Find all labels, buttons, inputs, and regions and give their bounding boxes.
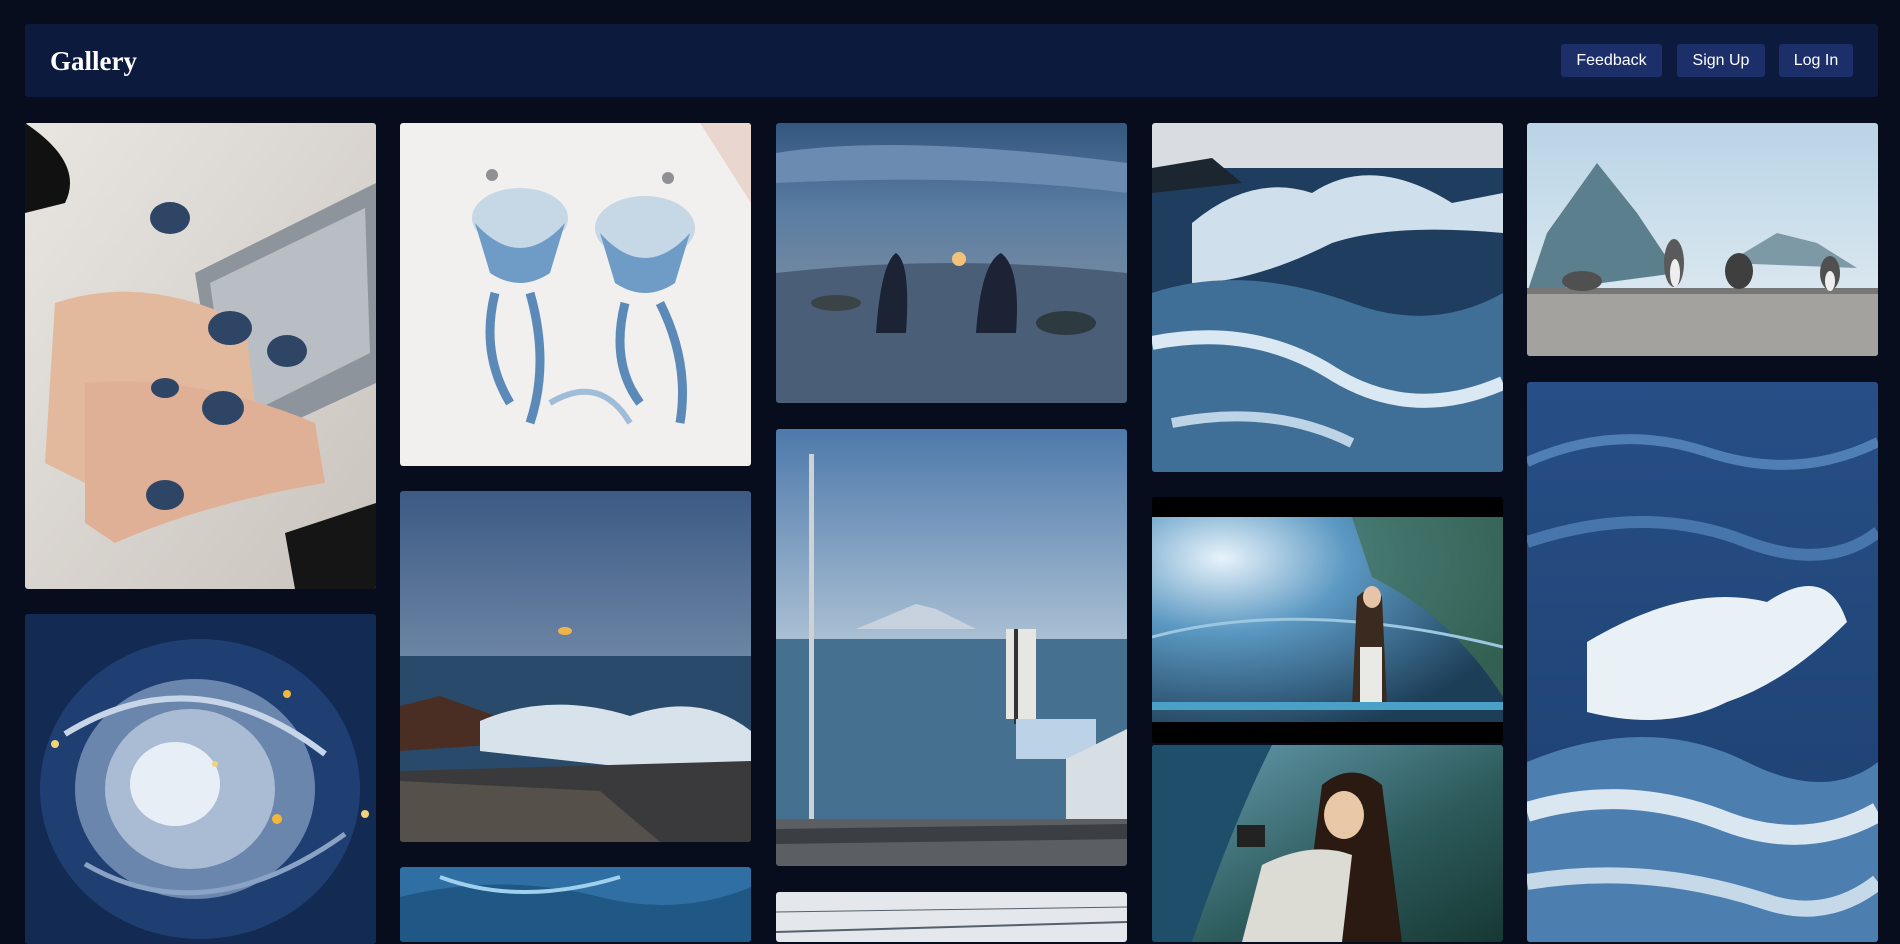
gallery-image-dune-moon[interactable] — [776, 123, 1127, 403]
cosmic-swirl-image — [25, 614, 376, 944]
crashing-waves-image — [1152, 123, 1503, 472]
jellyfish-earrings-image — [400, 123, 751, 466]
moonrise-sea-image — [400, 491, 751, 842]
overcast-beach-image — [776, 892, 1127, 942]
gallery-image-moonrise-sea[interactable] — [400, 491, 751, 842]
feedback-button[interactable]: Feedback — [1561, 44, 1662, 77]
gallery-image-cats-seawall[interactable] — [1527, 123, 1878, 356]
blue-water-image — [400, 867, 751, 942]
aquarium-camera-image — [1152, 745, 1503, 942]
signup-button[interactable]: Sign Up — [1677, 44, 1765, 77]
gallery-image-aquarium-camera[interactable] — [1152, 745, 1503, 942]
gallery-image-cosmic-swirl[interactable] — [25, 614, 376, 944]
brand-title[interactable]: Gallery — [50, 45, 137, 77]
gallery-image-hands-nails[interactable] — [25, 123, 376, 589]
hands-nails-image — [25, 123, 376, 589]
aquarium-tunnel-image — [1152, 497, 1503, 743]
login-button[interactable]: Log In — [1779, 44, 1853, 77]
dune-moon-image — [776, 123, 1127, 403]
gallery-image-blue-wave[interactable] — [1527, 382, 1878, 942]
gallery-image-jellyfish-earrings[interactable] — [400, 123, 751, 466]
blue-wave-image — [1527, 382, 1878, 942]
gallery-image-seaside-fuji[interactable] — [776, 429, 1127, 866]
top-navbar: Gallery Feedback Sign Up Log In — [25, 24, 1878, 97]
cats-seawall-image — [1527, 123, 1878, 356]
gallery-image-aquarium-tunnel[interactable] — [1152, 497, 1503, 743]
gallery-image-overcast-beach[interactable] — [776, 892, 1127, 942]
seaside-fuji-image — [776, 429, 1127, 866]
gallery-image-blue-water[interactable] — [400, 867, 751, 942]
gallery-image-crashing-waves[interactable] — [1152, 123, 1503, 472]
